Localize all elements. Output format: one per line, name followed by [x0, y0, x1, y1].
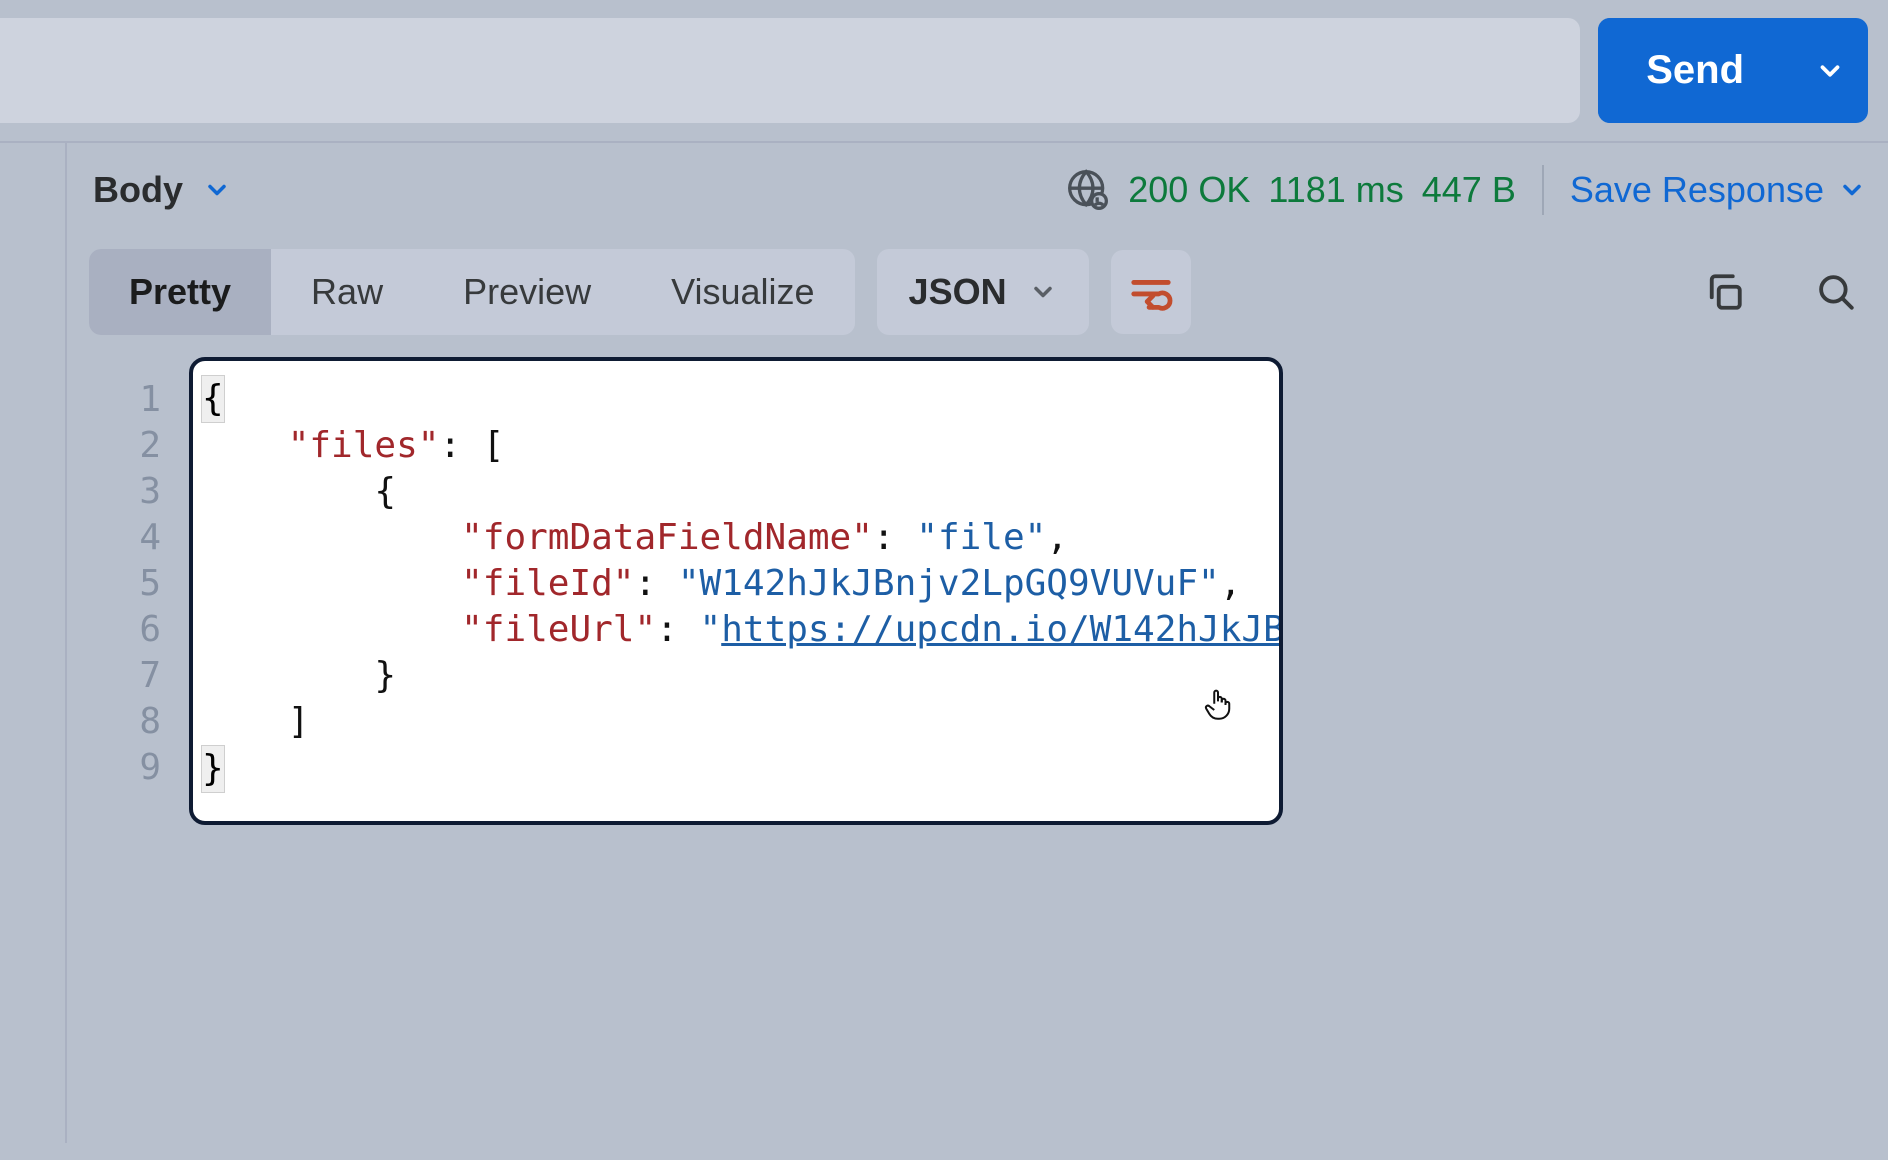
response-area: Body 200 OK 1181 ms 447 B Save Response	[0, 143, 1888, 1143]
url-input[interactable]	[0, 18, 1580, 123]
code-token: :	[873, 517, 916, 558]
tab-visualize[interactable]: Visualize	[631, 249, 854, 335]
line-number: 2	[89, 423, 161, 469]
code-token: "fileUrl"	[461, 609, 656, 650]
pointer-cursor-icon	[1203, 687, 1233, 723]
code-area: 1 2 3 4 5 6 7 8 9 { "files": [ { "formDa…	[89, 357, 1866, 825]
code-token: ]	[288, 701, 310, 742]
code-token: }	[201, 745, 225, 793]
code-token: {	[201, 375, 225, 423]
chevron-down-icon	[203, 176, 231, 204]
format-tabs: Pretty Raw Preview Visualize	[89, 249, 855, 335]
wrap-lines-button[interactable]	[1111, 250, 1191, 334]
chevron-down-icon	[1029, 278, 1057, 306]
network-icon[interactable]	[1066, 168, 1110, 212]
line-number: 1	[89, 377, 161, 423]
wrap-icon	[1128, 269, 1174, 315]
request-bar: Send	[0, 0, 1888, 141]
response-meta-row: Body 200 OK 1181 ms 447 B Save Response	[89, 143, 1866, 237]
send-button[interactable]: Send	[1598, 18, 1792, 123]
status-code[interactable]: 200 OK	[1128, 169, 1250, 211]
line-number-gutter: 1 2 3 4 5 6 7 8 9	[89, 357, 189, 825]
code-viewer[interactable]: { "files": [ { "formDataFieldName": "fil…	[189, 357, 1283, 825]
line-number: 7	[89, 653, 161, 699]
line-number: 3	[89, 469, 161, 515]
tab-pretty[interactable]: Pretty	[89, 249, 271, 335]
tab-preview[interactable]: Preview	[423, 249, 631, 335]
response-main: Body 200 OK 1181 ms 447 B Save Response	[67, 143, 1888, 1143]
code-token: "fileId"	[461, 563, 634, 604]
chevron-down-icon	[1815, 56, 1845, 86]
tab-raw[interactable]: Raw	[271, 249, 423, 335]
body-tab-label: Body	[93, 169, 183, 211]
content-type-label: JSON	[909, 271, 1007, 313]
separator	[1542, 165, 1544, 215]
line-number: 4	[89, 515, 161, 561]
chevron-down-icon	[1838, 176, 1866, 204]
save-response-dropdown[interactable]: Save Response	[1570, 169, 1866, 211]
code-token: ,	[1046, 517, 1068, 558]
response-size[interactable]: 447 B	[1422, 169, 1516, 211]
code-token: "W142hJkJBnjv2LpGQ9VUVuF"	[678, 563, 1220, 604]
code-token: :	[634, 563, 677, 604]
code-url-link[interactable]: https://upcdn.io/W142hJkJBnjv2...	[721, 609, 1283, 650]
code-token: :	[439, 425, 482, 466]
search-icon	[1815, 271, 1857, 313]
save-response-label: Save Response	[1570, 169, 1824, 211]
send-dropdown[interactable]	[1792, 18, 1868, 123]
copy-icon	[1703, 271, 1745, 313]
line-number: 6	[89, 607, 161, 653]
response-time[interactable]: 1181 ms	[1268, 169, 1403, 211]
code-token: [	[483, 425, 505, 466]
line-number: 9	[89, 745, 161, 791]
send-button-group: Send	[1598, 18, 1868, 123]
line-number: 5	[89, 561, 161, 607]
code-token: ,	[1220, 563, 1242, 604]
left-gutter	[0, 143, 67, 1143]
code-token: "file"	[916, 517, 1046, 558]
code-token: {	[374, 471, 396, 512]
body-tab-dropdown[interactable]: Body	[89, 169, 231, 211]
code-token: "formDataFieldName"	[461, 517, 873, 558]
code-token: :	[656, 609, 699, 650]
content-type-select[interactable]: JSON	[877, 249, 1089, 335]
copy-button[interactable]	[1694, 262, 1754, 322]
format-controls-row: Pretty Raw Preview Visualize JSON	[89, 249, 1866, 335]
line-number: 8	[89, 699, 161, 745]
code-token: }	[374, 655, 396, 696]
code-token: "files"	[288, 425, 440, 466]
search-button[interactable]	[1806, 262, 1866, 322]
code-token: "	[700, 609, 722, 650]
